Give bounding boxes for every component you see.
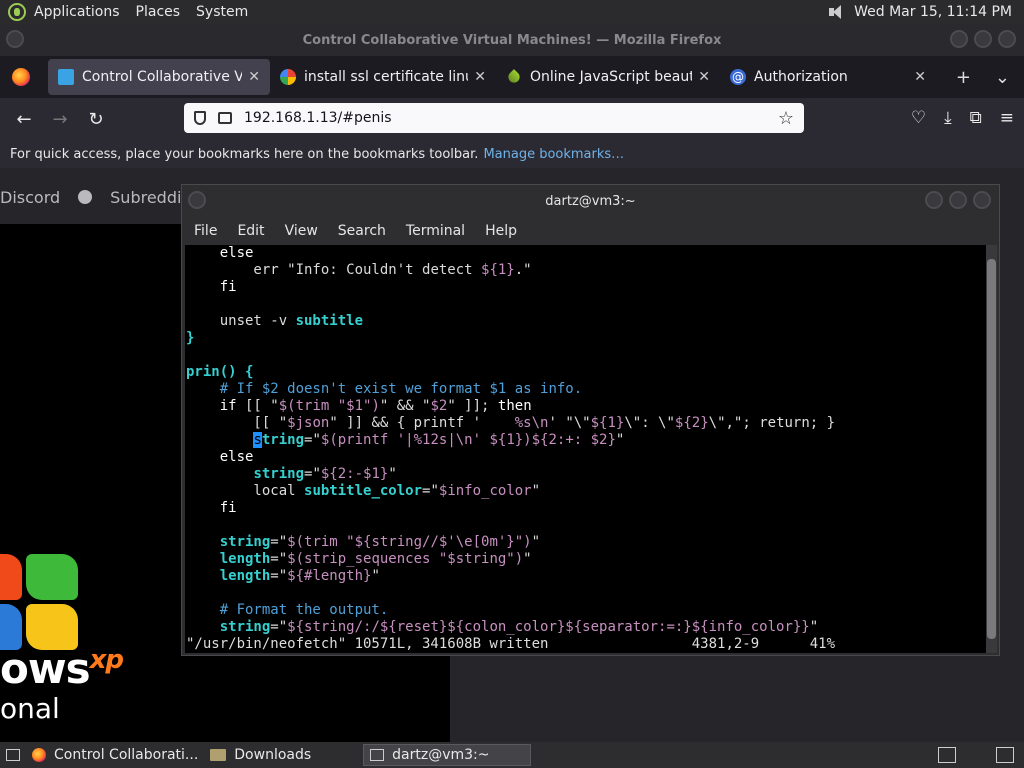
tab-close-icon[interactable]: ✕ [692,69,710,85]
terminal-title: dartz@vm3:~ [545,193,636,209]
reload-icon[interactable]: ↻ [78,109,114,130]
discord-link[interactable]: Discord [0,188,60,207]
tab-install-ssl[interactable]: install ssl certificate linux - G ✕ [270,59,496,95]
system-top-bar: Applications Places System Wed Mar 15, 1… [0,0,1024,24]
places-menu[interactable]: Places [136,4,181,20]
minimize-icon[interactable] [950,30,968,48]
js-beautifier-icon [506,69,522,85]
volume-icon[interactable] [828,4,844,20]
terminal-icon [370,749,385,761]
window-menu-icon[interactable] [6,30,24,48]
firefox-icon [32,748,46,762]
clock[interactable]: Wed Mar 15, 11:14 PM [854,4,1012,20]
xp-word: ows [0,644,91,693]
terminal-scrollbar[interactable] [986,245,997,653]
taskbar-terminal[interactable]: dartz@vm3:~ [363,744,532,766]
list-tabs-icon[interactable]: ⌄ [995,67,1010,88]
windows-xp-wordmark: owsxp [0,644,124,693]
tracking-shield-icon[interactable] [194,111,206,125]
minimize-icon[interactable] [925,191,943,209]
taskbar-label: dartz@vm3:~ [392,747,490,763]
xp-edition: onal [0,692,60,725]
new-tab-icon[interactable]: + [956,67,971,88]
bookmark-star-icon[interactable]: ☆ [778,108,794,129]
distro-logo-icon[interactable] [8,3,26,21]
tab-bar: Control Collaborative Virtual ✕ install … [0,56,1024,98]
taskbar-downloads[interactable]: Downloads [204,744,317,766]
window-title: Control Collaborative Virtual Machines! … [302,32,722,48]
at-icon: @ [730,69,746,85]
tab-authorization[interactable]: @ Authorization ✕ [720,59,936,95]
vim-status-line: "/usr/bin/neofetch" 10571L, 341608B writ… [185,636,986,653]
tab-control-collaborative[interactable]: Control Collaborative Virtual ✕ [48,59,270,95]
tab-label: Online JavaScript beautifier [530,69,693,85]
tab-label: install ssl certificate linux - G [304,69,468,85]
close-icon[interactable] [998,30,1016,48]
pocket-icon[interactable]: ♡ [911,108,926,128]
taskbar-label: Control Collaborati... [54,747,199,763]
tab-close-icon[interactable]: ✕ [908,69,926,85]
tab-label: Authorization [754,69,848,85]
status-percent: 41% [809,636,836,652]
window-menu-icon[interactable] [188,191,206,209]
workspace-1-icon[interactable] [938,747,956,763]
tab-label: Control Collaborative Virtual [82,69,243,85]
xp-sup: xp [89,645,124,675]
terminal-menubar: File Edit View Search Terminal Help [182,217,999,245]
insecure-lock-icon[interactable] [218,112,232,124]
app-menu-icon[interactable]: ≡ [1000,108,1014,128]
menu-help[interactable]: Help [485,223,517,239]
folder-icon [210,749,227,761]
menu-file[interactable]: File [194,223,217,239]
monitor-icon [58,69,74,85]
applications-menu[interactable]: Applications [34,4,120,20]
vim-buffer: else err "Info: Couldn't detect ${1}." f… [186,245,836,635]
maximize-icon[interactable] [949,191,967,209]
system-menu[interactable]: System [196,4,248,20]
taskbar-label: Downloads [234,747,312,763]
manage-bookmarks-link[interactable]: Manage bookmarks… [483,147,624,162]
bookmarks-hint: For quick access, place your bookmarks h… [10,146,479,162]
url-bar[interactable]: 192.168.1.13/#penis ☆ [184,103,804,133]
navigation-bar: ← → ↻ 192.168.1.13/#penis ☆ ♡ ⤓ ⧉ ≡ [0,98,1024,140]
scrollbar-thumb[interactable] [987,259,996,639]
maximize-icon[interactable] [974,30,992,48]
menu-terminal[interactable]: Terminal [406,223,465,239]
back-icon[interactable]: ← [6,109,42,130]
terminal-titlebar[interactable]: dartz@vm3:~ [182,185,999,217]
firefox-titlebar: Control Collaborative Virtual Machines! … [0,24,1024,56]
status-file: "/usr/bin/neofetch" 10571L, 341608B writ… [186,636,549,652]
close-icon[interactable] [973,191,991,209]
menu-edit[interactable]: Edit [237,223,264,239]
subreddit-label: Subreddit [110,187,188,207]
reddit-icon [78,189,93,204]
tab-close-icon[interactable]: ✕ [468,69,486,85]
google-icon [280,69,296,85]
extensions-icon[interactable]: ⧉ [970,108,982,128]
show-desktop-icon[interactable] [0,744,26,766]
status-position: 4381,2-9 [691,636,760,652]
tab-close-icon[interactable]: ✕ [242,69,260,85]
bookmarks-toolbar: For quick access, place your bookmarks h… [0,140,1024,168]
terminal-window[interactable]: dartz@vm3:~ File Edit View Search Termin… [181,184,1000,656]
url-text[interactable]: 192.168.1.13/#penis [244,110,392,126]
downloads-icon[interactable]: ⤓ [944,108,952,128]
taskbar-firefox[interactable]: Control Collaborati... [26,744,204,766]
bottom-taskbar: Control Collaborati... Downloads dartz@v… [0,742,1024,768]
menu-view[interactable]: View [285,223,318,239]
workspace-2-icon[interactable] [996,747,1014,763]
forward-icon[interactable]: → [42,109,78,130]
firefox-icon[interactable] [12,68,30,86]
terminal-text-area[interactable]: else err "Info: Couldn't detect ${1}." f… [185,245,986,653]
tab-js-beautifier[interactable]: Online JavaScript beautifier ✕ [496,59,720,95]
menu-search[interactable]: Search [338,223,386,239]
